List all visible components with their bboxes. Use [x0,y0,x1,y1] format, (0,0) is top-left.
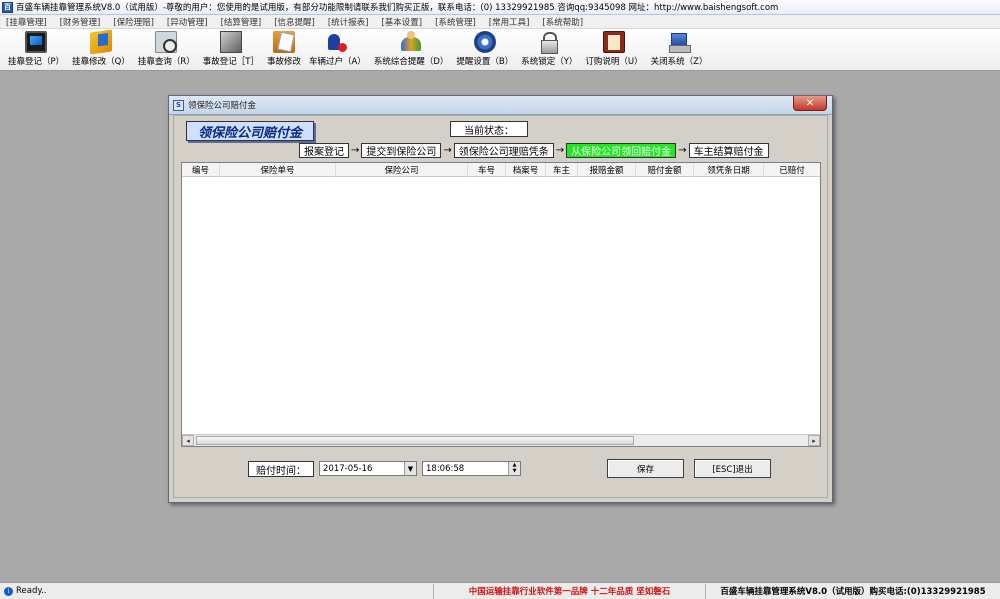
column-header-paid-amount[interactable]: 赔付金额 [636,163,694,177]
toolbar-exit-button[interactable]: 关闭系统（Z） [647,30,712,70]
menu-item-system[interactable]: [系统管理] [429,16,483,28]
chevron-down-icon[interactable]: ▼ [404,462,416,475]
payment-time-field[interactable]: 18:06:58 ▲ ▼ [422,461,521,476]
horizontal-scrollbar[interactable]: ◂ ▸ [182,434,820,446]
column-header-archive-no[interactable]: 档案号 [506,163,546,177]
column-header-claim-amount[interactable]: 报赔金额 [578,163,636,177]
toolbar-modify-button[interactable]: 挂靠修改（Q） [68,29,134,70]
column-header-policy-no[interactable]: 保险单号 [220,163,336,177]
step-report: 报案登记 [299,143,349,158]
step-claim-voucher: 领保险公司理赔凭条 [453,143,554,158]
menu-item-change[interactable]: [异动管理] [161,16,215,28]
table-header: 编号 保险单号 保险公司 车号 档案号 车主 报赔金额 赔付金额 领凭条日期 已… [182,163,820,177]
monitor-icon [25,31,48,53]
toolbar-label: 事故登记［T］ [202,57,259,67]
claim-payment-dialog: S 领保险公司赔付金 ✕ 领保险公司赔付金 当前状态： 报案登记 → 提交到保险… [168,95,833,503]
manual-icon [603,31,626,53]
page-title: 领保险公司赔付金 [186,121,314,141]
column-header-id[interactable]: 编号 [182,163,220,177]
folder-icon [272,31,295,53]
gear-icon [473,31,496,53]
toolbar-query-button[interactable]: 挂靠查询（R） [134,30,199,70]
spinner-icon[interactable]: ▲ ▼ [508,462,520,475]
menu-item-finance[interactable]: [财务管理] [54,16,108,28]
toolbar-lock-button[interactable]: 系统锁定（Y） [517,30,581,70]
lock-icon [538,31,560,54]
column-header-insurer[interactable]: 保险公司 [336,163,468,177]
column-header-paid[interactable]: 已赔付 [764,163,820,177]
menu-item-insurance[interactable]: [保险理赔] [107,16,161,28]
toolbar-label: 订购说明（U） [585,57,643,67]
dialog-body: 领保险公司赔付金 当前状态： 报案登记 → 提交到保险公司 → 领保险公司理赔凭… [173,115,828,498]
toolbar-register-button[interactable]: 挂靠登记（P） [4,30,68,70]
toolbar-label: 挂靠查询（R） [137,57,195,67]
info-icon: i [4,586,13,596]
payment-time-value: 18:06:58 [426,463,465,474]
scrollbar-thumb[interactable] [196,436,634,445]
column-header-plate[interactable]: 车号 [468,163,506,177]
scroll-right-icon[interactable]: ▸ [808,435,820,446]
dialog-app-icon: S [173,99,184,111]
toolbar-label: 系统综合提醒（D） [373,57,449,67]
toolbar-label: 事故修改 [266,57,301,67]
step-arrow: → [351,145,360,156]
toolbar-reminder-button[interactable]: 系统综合提醒（D） [370,30,453,70]
status-slogan: 中国运输挂靠行业软件第一品牌 十二年品质 坚如磐石 [434,583,706,599]
toolbar-order-info-button[interactable]: 订购说明（U） [581,30,646,70]
step-submit-insurer: 提交到保险公司 [361,143,442,158]
toolbar-label: 挂靠修改（Q） [72,57,130,67]
claims-table[interactable]: 编号 保险单号 保险公司 车号 档案号 车主 报赔金额 赔付金额 领凭条日期 已… [181,162,821,447]
workflow-steps: 报案登记 → 提交到保险公司 → 领保险公司理赔凭条 → 从保险公司领回赔付金 … [299,143,769,158]
menu-item-reminders[interactable]: [信息提醒] [268,16,322,28]
step-arrow: → [443,145,452,156]
menu-item-help[interactable]: [系统帮助] [536,16,590,28]
status-bar: i Ready.. 中国运输挂靠行业软件第一品牌 十二年品质 坚如磐石 百盛车辆… [0,582,1000,599]
menu-bar: [挂靠管理] [财务管理] [保险理赔] [异动管理] [结算管理] [信息提醒… [0,15,1000,29]
column-header-owner[interactable]: 车主 [546,163,578,177]
status-ready-text: Ready.. [16,586,47,596]
menu-item-reports[interactable]: [统计报表] [322,16,376,28]
toolbar-label: 车辆过户（A） [308,57,366,67]
app-icon: 百 [2,1,13,13]
save-button[interactable]: 保存 [607,459,684,478]
toolbar-label: 挂靠登记（P） [8,57,65,67]
app-title: 百盛车辆挂靠管理系统V8.0（试用版）-尊敬的用户：您使用的是试用版，有部分功能… [16,3,779,13]
dialog-title: 领保险公司赔付金 [188,101,257,111]
scroll-left-icon[interactable]: ◂ [182,435,194,446]
step-owner-settlement: 车主结算赔付金 [688,143,769,158]
exit-button[interactable]: [ESC]退出 [694,459,771,478]
toolbar-accident-register-button[interactable]: 事故登记［T］ [199,30,263,70]
toolbar-reminder-settings-button[interactable]: 提醒设置（B） [452,30,517,70]
toolbar-label: 提醒设置（B） [456,57,514,67]
menu-item-basic-settings[interactable]: [基本设置] [375,16,429,28]
current-status-label: 当前状态： [450,121,528,137]
people-icon [326,31,348,53]
payment-time-label: 赔付时间： [248,461,314,477]
dialog-title-bar[interactable]: S 领保险公司赔付金 ✕ [169,96,832,115]
toolbar-label: 系统锁定（Y） [521,57,578,67]
step-collect-payment: 从保险公司领回赔付金 [566,143,677,158]
app-title-bar: 百 百盛车辆挂靠管理系统V8.0（试用版）-尊敬的用户：您使用的是试用版，有部分… [0,0,1000,15]
toolbar-accident-modify-button[interactable]: 事故修改 [263,30,305,70]
menu-item-tools[interactable]: [常用工具] [483,16,537,28]
toolbar-label: 关闭系统（Z） [650,57,708,67]
toolbar: 挂靠登记（P） 挂靠修改（Q） 挂靠查询（R） 事故登记［T］ 事故修改 车辆过… [0,29,1000,71]
menu-item-guakao[interactable]: [挂靠管理] [0,16,54,28]
payment-date-picker[interactable]: 2017-05-16 ▼ [319,461,417,476]
exit-icon [668,31,692,53]
search-icon [155,31,178,53]
step-arrow: → [678,145,687,156]
book-icon [89,29,112,55]
payment-date-value: 2017-05-16 [323,463,373,474]
menu-item-settlement[interactable]: [结算管理] [215,16,269,28]
users-icon [400,31,422,53]
cube-icon [219,31,242,53]
column-header-voucher-date[interactable]: 领凭条日期 [694,163,764,177]
step-arrow: → [555,145,565,156]
status-ready: i Ready.. [0,583,434,599]
close-icon[interactable]: ✕ [793,96,827,111]
status-product: 百盛车辆挂靠管理系统V8.0（试用版）购买电话:(0)13329921985 [720,587,986,597]
toolbar-transfer-button[interactable]: 车辆过户（A） [305,30,370,70]
